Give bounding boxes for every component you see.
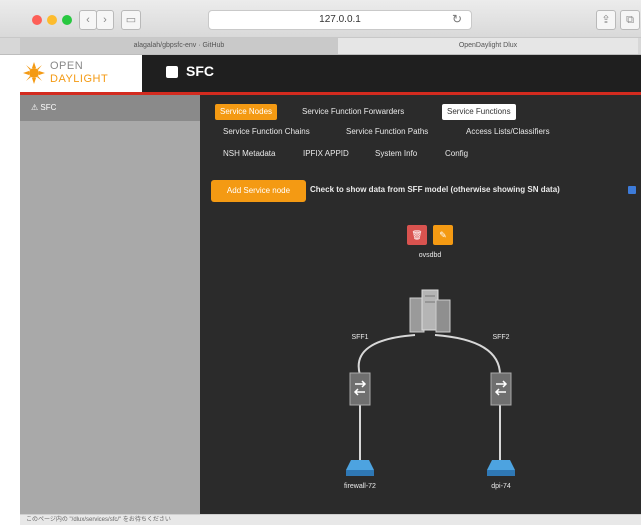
tab-service-nodes[interactable]: Service Nodes <box>215 104 278 120</box>
browser-toolbar: ‹ › ▭ 127.0.0.1 ↻ ⇪ ⧉ <box>0 0 641 38</box>
sff2-label: SFF2 <box>492 334 510 341</box>
reload-icon[interactable]: ↻ <box>452 10 462 28</box>
server-cluster-icon[interactable] <box>408 288 452 334</box>
sff1-label: SFF1 <box>351 334 369 341</box>
browser-status-bar: このページ内の "/dlux/services/sfc/" をお待ちください <box>20 514 641 525</box>
minimize-window-icon[interactable] <box>47 15 57 25</box>
tab-service-functions[interactable]: Service Functions <box>442 104 516 120</box>
warning-icon: ⚠ <box>31 103 39 112</box>
switch-sff2-icon[interactable] <box>490 372 512 406</box>
share-icon[interactable]: ⇪ <box>596 10 616 30</box>
tab-service-function-forwarders[interactable]: Service Function Forwarders <box>302 104 404 120</box>
sidebar-item-label: SFC <box>40 103 57 112</box>
tab-bar: alagalah/gbpsfc-env · GitHub OpenDayligh… <box>0 38 641 55</box>
app-square-icon <box>166 66 178 78</box>
edit-icon: ✎ <box>439 230 447 240</box>
tab-nsh-metadata[interactable]: NSH Metadata <box>223 146 275 162</box>
sidebar-item-sfc[interactable]: ⚠ SFC <box>31 103 56 112</box>
sidebar <box>20 121 200 514</box>
tab-ipfix-appid[interactable]: IPFIX APPID <box>303 146 349 162</box>
switch-sff1-icon[interactable] <box>349 372 371 406</box>
sidebar-toggle-icon[interactable]: ▭ <box>121 10 141 30</box>
service-function-dpi-icon[interactable] <box>486 458 516 478</box>
sun-logo-icon <box>23 62 45 84</box>
new-tab-icon[interactable]: ⧉ <box>620 10 640 30</box>
tab-system-info[interactable]: System Info <box>375 146 417 162</box>
root-node-label: ovsdbd <box>418 252 442 259</box>
service-function-firewall-icon[interactable] <box>345 458 375 478</box>
zoom-window-icon[interactable] <box>62 15 72 25</box>
logo-text-top: OPEN <box>50 60 84 72</box>
address-bar[interactable]: 127.0.0.1 <box>208 10 472 30</box>
close-window-icon[interactable] <box>32 15 42 25</box>
edit-node-button[interactable]: ✎ <box>433 225 453 245</box>
sff-model-checkbox-label: Check to show data from SFF model (other… <box>310 185 560 194</box>
logo-text-bottom: DAYLIGHT <box>50 73 109 85</box>
trash-icon: 🗑 <box>411 230 423 240</box>
tab-service-function-paths[interactable]: Service Function Paths <box>346 124 428 140</box>
sf-dpi-label: dpi-74 <box>491 483 511 490</box>
tab-github[interactable]: alagalah/gbpsfc-env · GitHub <box>20 38 339 54</box>
delete-node-button[interactable]: 🗑 <box>407 225 427 245</box>
back-icon[interactable]: ‹ <box>79 10 97 30</box>
tab-access-lists-classifiers[interactable]: Access Lists/Classifiers <box>466 124 550 140</box>
opendaylight-logo[interactable]: OPEN DAYLIGHT <box>20 55 142 92</box>
sf-firewall-label: firewall-72 <box>344 483 376 490</box>
sff-model-checkbox[interactable] <box>628 186 636 194</box>
tab-opendaylight[interactable]: OpenDaylight Dlux <box>338 38 638 54</box>
add-service-node-button[interactable]: Add Service node <box>211 180 306 202</box>
forward-icon[interactable]: › <box>96 10 114 30</box>
tab-config[interactable]: Config <box>445 146 468 162</box>
tab-service-function-chains[interactable]: Service Function Chains <box>223 124 310 140</box>
app-title: SFC <box>186 63 214 79</box>
